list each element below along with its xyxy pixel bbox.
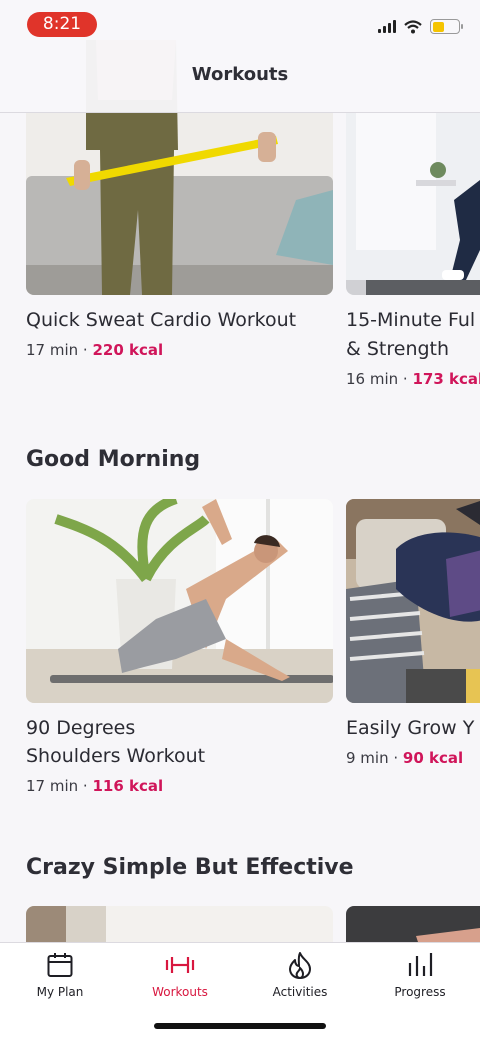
workout-thumbnail	[346, 499, 480, 703]
tab-progress[interactable]: Progress	[360, 951, 480, 1011]
tab-my-plan[interactable]: My Plan	[0, 951, 120, 1011]
tab-label: Workouts	[152, 985, 208, 999]
cellular-signal-icon	[378, 20, 396, 33]
status-time: 8:21	[27, 12, 97, 37]
battery-icon	[430, 19, 463, 34]
workout-duration: 16 min ·	[346, 370, 413, 388]
workout-thumbnail	[26, 906, 333, 942]
tab-label: Activities	[272, 985, 328, 999]
workout-title-line1: 15-Minute Ful	[346, 309, 476, 331]
status-bar: 8:21	[0, 0, 480, 50]
workout-meta: 9 min · 90 kcal	[346, 749, 463, 767]
workout-title-line1: 90 Degrees	[26, 717, 136, 739]
workout-thumbnail	[346, 906, 480, 942]
workout-duration: 9 min ·	[346, 749, 403, 767]
workout-kcal: 90 kcal	[402, 749, 464, 767]
workout-title: Quick Sweat Cardio Workout	[26, 309, 297, 331]
flame-icon	[289, 952, 311, 979]
wifi-icon	[404, 19, 422, 33]
workout-kcal: 173 kcal	[412, 370, 480, 388]
workout-title-line1: Easily Grow Y	[346, 717, 475, 739]
section-title-good-morning: Good Morning	[26, 447, 201, 472]
workout-title-line2: Shoulders Workout	[26, 745, 206, 767]
tab-workouts[interactable]: Workouts	[120, 951, 240, 1011]
system-indicators	[378, 19, 463, 34]
tab-label: My Plan	[36, 985, 84, 999]
tab-label: Progress	[394, 985, 446, 999]
dumbbell-icon	[165, 957, 195, 973]
workout-thumbnail	[26, 499, 333, 703]
workout-duration: 17 min ·	[26, 777, 93, 795]
calendar-icon	[47, 953, 73, 977]
home-indicator[interactable]	[154, 1023, 326, 1029]
bar-chart-icon	[408, 953, 433, 976]
workout-kcal: 116 kcal	[92, 777, 164, 795]
page-title: Workouts	[191, 64, 289, 85]
tab-activities[interactable]: Activities	[240, 951, 360, 1011]
workout-title-line2: & Strength	[346, 338, 450, 360]
workouts-feed[interactable]: Quick Sweat Cardio Workout 17 min · 220 …	[0, 0, 480, 942]
section-title-crazy-simple: Crazy Simple But Effective	[26, 855, 354, 880]
workout-kcal: 220 kcal	[92, 341, 164, 359]
workout-meta: 17 min · 116 kcal	[26, 777, 163, 795]
workout-duration: 17 min ·	[26, 341, 93, 359]
workout-meta: 16 min · 173 kcal	[346, 370, 480, 388]
workout-meta: 17 min · 220 kcal	[26, 341, 163, 359]
